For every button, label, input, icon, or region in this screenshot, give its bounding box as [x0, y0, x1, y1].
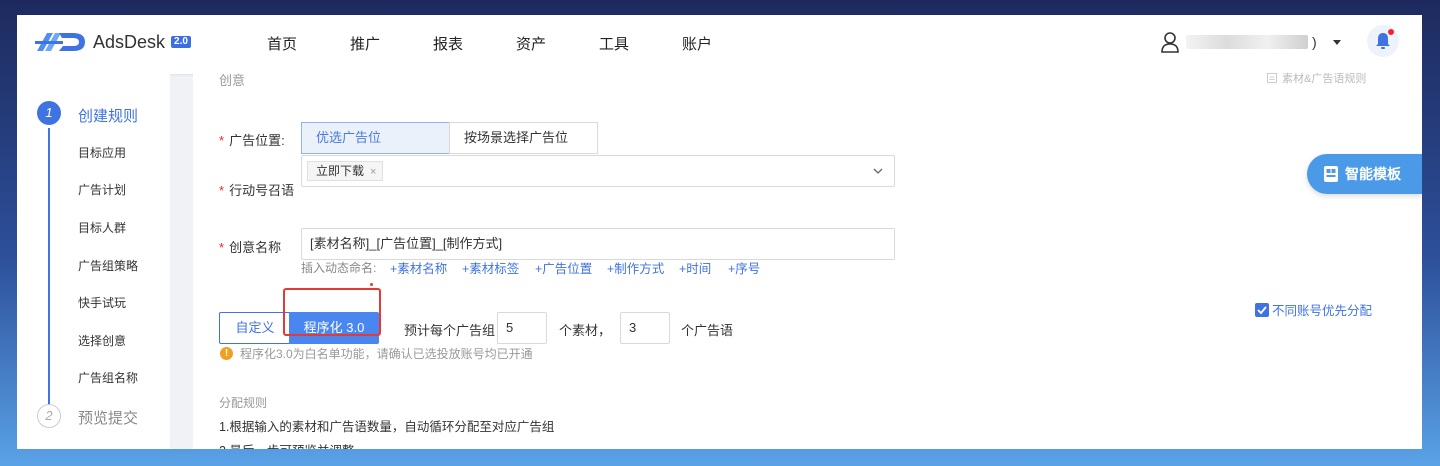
nav-reports[interactable]: 报表 — [433, 15, 516, 74]
insert-ad-position-link[interactable]: +广告位置 — [535, 258, 592, 277]
highlight-box — [283, 288, 381, 336]
sidebar-item-playable[interactable]: 快手试玩 — [78, 294, 126, 311]
highlight-marker — [370, 283, 373, 286]
cta-select[interactable]: 立即下载 × — [301, 155, 895, 187]
option-scene-placement[interactable]: 按场景选择广告位 — [449, 122, 598, 154]
material-rules-label: 素材&广告语规则 — [1282, 73, 1367, 85]
step-1-circle: 1 — [37, 101, 61, 125]
nav-assets[interactable]: 资产 — [516, 15, 599, 74]
option-preferred-placement[interactable]: 优选广告位 — [301, 122, 450, 154]
insert-material-name-link[interactable]: +素材名称 — [390, 258, 447, 277]
step-2-title[interactable]: 预览提交 — [78, 407, 138, 428]
sidebar-item-select-creative[interactable]: 选择创意 — [78, 332, 126, 349]
sidebar-item-adgroup-name[interactable]: 广告组名称 — [78, 369, 138, 386]
caret-down-icon[interactable] — [1332, 39, 1341, 45]
smart-template-label: 智能模板 — [1345, 166, 1401, 182]
warning-icon: ! — [220, 347, 233, 360]
nav-promotion[interactable]: 推广 — [350, 15, 433, 74]
slogan-count-input[interactable]: 3 — [620, 312, 670, 344]
warning-text: 程序化3.0为白名单功能，请确认已选投放账号均已开通 — [240, 347, 533, 361]
sidebar-item-target-app[interactable]: 目标应用 — [78, 144, 126, 161]
insert-sequence-link[interactable]: +序号 — [728, 258, 760, 277]
app-window: AdsDesk 2.0 首页 推广 报表 资产 工具 账户 ) 1 创建规则 目… — [17, 15, 1422, 449]
material-rules-link[interactable]: 素材&广告语规则 — [1266, 70, 1366, 86]
step-1-title[interactable]: 创建规则 — [78, 105, 138, 126]
insert-material-tag-link[interactable]: +素材标签 — [462, 258, 519, 277]
account-priority-label: 不同账号优先分配 — [1272, 304, 1373, 318]
nav-account[interactable]: 账户 — [682, 15, 765, 74]
custom-mode-button[interactable]: 自定义 — [219, 312, 291, 344]
user-name-suffix: ) — [1312, 34, 1317, 50]
bell-icon — [1376, 33, 1390, 49]
smart-template-button[interactable]: 智能模板 — [1307, 154, 1422, 194]
sidebar-item-ad-plan[interactable]: 广告计划 — [78, 181, 126, 198]
logo[interactable]: AdsDesk 2.0 — [33, 29, 191, 55]
ad-position-label: * 广告位置: — [219, 133, 285, 148]
insert-production-method-link[interactable]: +制作方式 — [607, 258, 664, 277]
user-icon — [1161, 32, 1179, 53]
creative-form-panel: 创意 素材&广告语规则 * 广告位置: 优选广告位 按场景选择广告位 * 行动号召语… — [193, 73, 1422, 449]
material-count-input[interactable]: 5 — [497, 312, 547, 344]
main-nav: 首页 推广 报表 资产 工具 账户 — [267, 15, 765, 74]
sidebar-item-target-audience[interactable]: 目标人群 — [78, 219, 126, 236]
cta-tag: 立即下载 × — [307, 161, 384, 181]
step-connector — [48, 128, 50, 410]
version-badge: 2.0 — [171, 36, 191, 48]
slogan-unit-label: 个广告语 — [681, 323, 734, 338]
template-icon — [1324, 166, 1338, 182]
section-title: 创意 — [219, 73, 246, 88]
dynamic-naming-label: 插入动态命名: — [301, 261, 377, 275]
close-icon[interactable]: × — [370, 166, 376, 178]
rule-line-1: 1.根据输入的素材和广告语数量，自动循环分配至对应广告组 — [219, 420, 555, 434]
per-group-label: 预计每个广告组 — [404, 323, 496, 338]
notification-dot — [1388, 29, 1394, 35]
material-unit-label: 个素材， — [559, 323, 612, 338]
creative-name-label: * 创意名称 — [219, 240, 282, 255]
whitelist-warning: ! 程序化3.0为白名单功能，请确认已选投放账号均已开通 — [220, 345, 533, 362]
user-menu[interactable]: ) — [1160, 31, 1341, 53]
step-2-circle: 2 — [37, 404, 61, 428]
logo-icon — [35, 33, 85, 51]
creative-name-input[interactable]: [素材名称]_[广告位置]_[制作方式] — [301, 228, 895, 260]
cta-label: * 行动号召语 — [219, 183, 295, 198]
notification-button[interactable] — [1367, 25, 1399, 57]
nav-tools[interactable]: 工具 — [599, 15, 682, 74]
chevron-down-icon[interactable] — [872, 165, 884, 177]
rule-line-2: 2.最后一步可预览并调整 — [219, 440, 354, 449]
top-bar: AdsDesk 2.0 首页 推广 报表 资产 工具 账户 ) — [17, 15, 1422, 74]
nav-home[interactable]: 首页 — [267, 15, 350, 74]
sidebar-item-adgroup-strategy[interactable]: 广告组策略 — [78, 257, 138, 274]
user-name-redacted — [1186, 35, 1308, 49]
document-icon — [1267, 73, 1277, 83]
logo-text: AdsDesk — [93, 31, 166, 52]
checkbox-checked-icon — [1255, 302, 1269, 317]
insert-time-link[interactable]: +时间 — [679, 258, 711, 277]
cta-tag-label: 立即下载 — [316, 164, 365, 178]
step-sidebar: 1 创建规则 目标应用 广告计划 目标人群 广告组策略 快手试玩 选择创意 广告… — [17, 74, 170, 449]
account-priority-checkbox[interactable]: 不同账号优先分配 — [1255, 300, 1372, 319]
rules-title: 分配规则 — [219, 396, 268, 410]
